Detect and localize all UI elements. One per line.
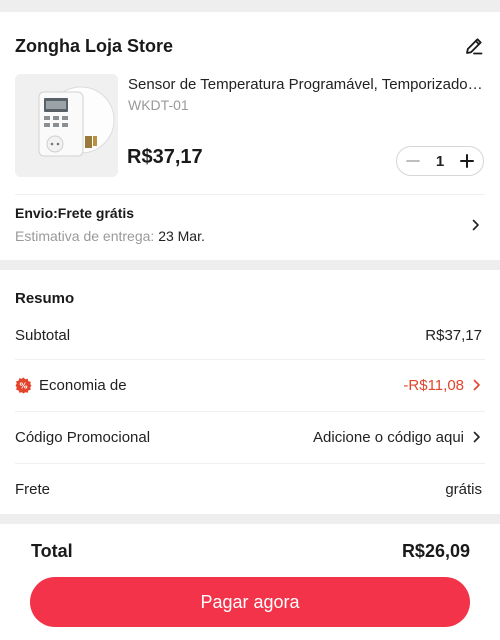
chevron-right-icon[interactable] [471, 218, 481, 232]
plus-icon[interactable] [457, 151, 477, 171]
promo-code-row[interactable]: Código Promocional Adicione o código aqu… [15, 412, 482, 462]
discount-badge-icon: % [15, 377, 32, 394]
chevron-right-icon[interactable] [472, 430, 482, 444]
product-variant: WKDT-01 [128, 97, 189, 113]
total-row: Total R$26,09 [31, 541, 470, 562]
chevron-right-icon[interactable] [472, 378, 482, 392]
pay-now-button[interactable]: Pagar agora [30, 577, 470, 627]
product-thumbnail[interactable] [15, 74, 118, 177]
savings-label: Economia de [39, 376, 127, 394]
freight-value: grátis [445, 480, 482, 498]
promo-code-label: Código Promocional [15, 428, 151, 446]
svg-text:%: % [19, 381, 27, 390]
minus-icon[interactable] [403, 151, 423, 171]
delivery-estimate: Estimativa de entrega: 23 Mar. [15, 228, 205, 244]
promo-code-action[interactable]: Adicione o código aqui [313, 429, 464, 446]
checkout-footer: Total R$26,09 Pagar agora [0, 524, 500, 640]
total-value: R$26,09 [401, 541, 470, 561]
cart-store-card: Zongha Loja Store Sensor de Temperatura … [0, 12, 500, 260]
delivery-estimate-label: Estimativa de entrega: [15, 228, 159, 244]
subtotal-value: R$37,17 [425, 326, 482, 344]
savings-row[interactable]: % Economia de -R$11,08 [15, 360, 482, 410]
store-header: Zongha Loja Store [15, 34, 485, 58]
store-name[interactable]: Zongha Loja Store [15, 36, 173, 57]
order-summary-card: Resumo Subtotal R$37,17 % Economia de -R… [0, 270, 500, 514]
freight-row: Frete grátis [15, 464, 482, 514]
product-title[interactable]: Sensor de Temperatura Programável, Tempo… [128, 76, 484, 93]
summary-title: Resumo [15, 290, 75, 307]
quantity-value[interactable]: 1 [436, 153, 444, 170]
freight-label: Frete [15, 480, 51, 498]
product-price: R$37,17 [127, 146, 203, 168]
delivery-date: 23 Mar. [158, 228, 205, 244]
quantity-stepper: 1 [396, 146, 484, 176]
shipping-row[interactable]: Envio:Frete grátis Estimativa de entrega… [0, 194, 500, 256]
pencil-icon[interactable] [463, 35, 485, 57]
subtotal-label: Subtotal [15, 326, 71, 344]
savings-value: -R$11,08 [403, 376, 464, 394]
total-label: Total [31, 541, 73, 561]
shipping-title: Envio:Frete grátis [15, 205, 135, 221]
subtotal-row: Subtotal R$37,17 [15, 310, 482, 360]
